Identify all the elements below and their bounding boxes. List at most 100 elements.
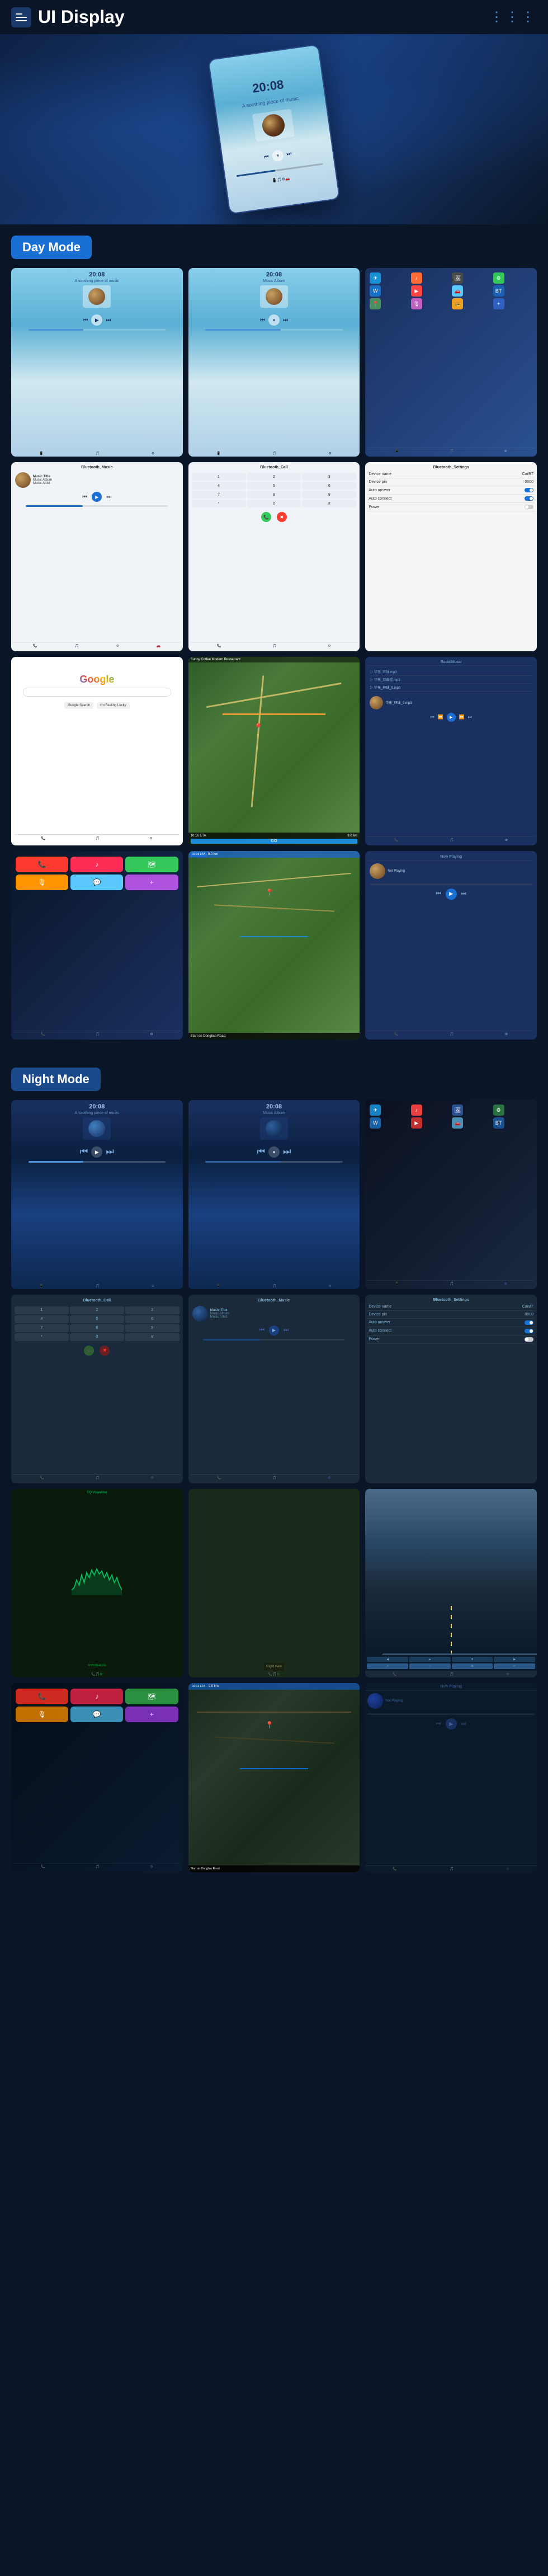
end-call-btn[interactable]: ✖	[277, 512, 287, 522]
night-next-1[interactable]: ⏭	[106, 1147, 114, 1157]
bt-prev-icon[interactable]: ⏮	[82, 494, 87, 500]
night-cp-podcast[interactable]: 🎙	[16, 1707, 68, 1722]
music-item-2[interactable]: ▷ 华东_双截棍.mp3	[370, 676, 532, 684]
night-prev-2[interactable]: ⏮	[257, 1147, 265, 1157]
dial-6[interactable]: 6	[302, 482, 356, 490]
nav-dots-icon[interactable]: ⋮⋮⋮	[490, 9, 537, 25]
dial-hash[interactable]: #	[302, 500, 356, 507]
app-carplay[interactable]: 🚗	[452, 285, 463, 297]
night-np-next[interactable]: ⏭	[461, 1721, 466, 1727]
night-bt-play-btn[interactable]: ▶	[269, 1325, 279, 1336]
app-extra[interactable]: +	[493, 298, 504, 309]
social-next[interactable]: ⏭	[468, 714, 472, 720]
dial-1[interactable]: 1	[192, 473, 246, 481]
road-btn-6[interactable]: -	[409, 1663, 451, 1669]
night-dial-5[interactable]: 5	[70, 1315, 124, 1323]
road-btn-3[interactable]: ▼	[452, 1657, 493, 1662]
night-dial-1[interactable]: 1	[15, 1306, 69, 1314]
night-cp-phone[interactable]: 📞	[16, 1689, 68, 1704]
dial-0[interactable]: 0	[247, 500, 301, 507]
cp-phone[interactable]: 📞	[16, 857, 68, 872]
dial-7[interactable]: 7	[192, 491, 246, 499]
night-app-1[interactable]: ✈	[370, 1104, 381, 1116]
call-btn[interactable]: 📞	[261, 512, 271, 522]
night-app-4[interactable]: ⚙	[493, 1104, 504, 1116]
social-rew[interactable]: ⏪	[438, 714, 443, 720]
app-bt[interactable]: BT	[493, 285, 504, 297]
road-btn-1[interactable]: ◀	[367, 1657, 408, 1662]
np-next[interactable]: ⏭	[461, 891, 466, 897]
night-cp-more[interactable]: +	[125, 1707, 178, 1722]
night-bt-next[interactable]: ⏭	[284, 1327, 289, 1333]
night-dial-2[interactable]: 2	[70, 1306, 124, 1314]
night-np-prev[interactable]: ⏮	[436, 1721, 441, 1727]
night-play-2[interactable]: ⏸	[268, 1146, 280, 1158]
road-btn-5[interactable]: +	[367, 1663, 408, 1669]
night-dial-star[interactable]: *	[15, 1333, 69, 1341]
power-toggle[interactable]	[525, 505, 533, 509]
hero-play-button[interactable]: ⏸	[271, 149, 284, 162]
road-btn-8[interactable]: ↩	[494, 1663, 535, 1669]
night-dial-hash[interactable]: #	[125, 1333, 179, 1341]
night-cp-messages[interactable]: 💬	[70, 1707, 123, 1722]
dial-star[interactable]: *	[192, 500, 246, 507]
night-dial-0[interactable]: 0	[70, 1333, 124, 1341]
night-app-bt[interactable]: BT	[493, 1117, 504, 1129]
cp-messages[interactable]: 💬	[70, 875, 123, 890]
music-item-3[interactable]: ▷ 华东_环球_9.mp3	[370, 684, 532, 692]
night-bt-prev[interactable]: ⏮	[259, 1327, 264, 1333]
night-app-7[interactable]: 🚗	[452, 1117, 463, 1129]
google-search-btn[interactable]: Google Search	[64, 702, 93, 709]
night-end-call-btn[interactable]: ✖	[100, 1346, 110, 1356]
app-youtube[interactable]: ▶	[411, 285, 422, 297]
night-dial-7[interactable]: 7	[15, 1324, 69, 1332]
np-prev[interactable]: ⏮	[436, 891, 441, 897]
night-auto-connect-toggle[interactable]	[525, 1329, 533, 1333]
day-play-2[interactable]: ⏸	[268, 314, 280, 326]
app-photos[interactable]: 🖼	[452, 272, 463, 284]
social-ff[interactable]: ⏩	[459, 714, 465, 720]
night-dial-9[interactable]: 9	[125, 1324, 179, 1332]
bt-play-btn[interactable]: ▶	[92, 492, 102, 502]
np-play-btn[interactable]: ▶	[446, 889, 457, 900]
night-cp-maps[interactable]: 🗺	[125, 1689, 178, 1704]
app-telegram[interactable]: ✈	[370, 272, 381, 284]
night-dial-3[interactable]: 3	[125, 1306, 179, 1314]
map-go-btn[interactable]: GO	[191, 839, 358, 844]
day-prev-2[interactable]: ⏮	[260, 317, 265, 323]
day-play-1[interactable]: ▶	[91, 314, 102, 326]
night-app-3[interactable]: 🖼	[452, 1104, 463, 1116]
dial-9[interactable]: 9	[302, 491, 356, 499]
night-call-btn[interactable]: 📞	[84, 1346, 94, 1356]
dial-2[interactable]: 2	[247, 473, 301, 481]
app-radio[interactable]: 📻	[452, 298, 463, 309]
road-btn-2[interactable]: ▲	[409, 1657, 451, 1662]
google-lucky-btn[interactable]: I'm Feeling Lucky	[97, 702, 130, 709]
menu-button[interactable]	[11, 7, 31, 27]
night-dial-6[interactable]: 6	[125, 1315, 179, 1323]
night-prev-1[interactable]: ⏮	[80, 1147, 88, 1157]
night-dial-8[interactable]: 8	[70, 1324, 124, 1332]
night-power-toggle[interactable]	[525, 1337, 533, 1342]
night-dial-4[interactable]: 4	[15, 1315, 69, 1323]
cp-maps[interactable]: 🗺	[125, 857, 178, 872]
cp-podcast2[interactable]: 🎙	[16, 875, 68, 890]
hero-prev-icon[interactable]: ⏮	[263, 154, 269, 161]
app-maps[interactable]: 📍	[370, 298, 381, 309]
night-app-2[interactable]: ♪	[411, 1104, 422, 1116]
auto-answer-toggle[interactable]	[525, 488, 533, 492]
night-app-5[interactable]: W	[370, 1117, 381, 1129]
social-play[interactable]: ▶	[447, 713, 456, 722]
dial-4[interactable]: 4	[192, 482, 246, 490]
night-cp-music[interactable]: ♪	[70, 1689, 123, 1704]
bt-next-icon[interactable]: ⏭	[106, 494, 111, 500]
auto-connect-toggle[interactable]	[525, 496, 533, 501]
dial-8[interactable]: 8	[247, 491, 301, 499]
road-btn-4[interactable]: ▶	[494, 1657, 535, 1662]
dial-5[interactable]: 5	[247, 482, 301, 490]
google-search-bar[interactable]	[23, 688, 171, 697]
night-np-play-btn[interactable]: ▶	[446, 1718, 457, 1729]
day-prev-1[interactable]: ⏮	[83, 317, 88, 323]
music-item-1[interactable]: ▷ 华东_环球.mp3	[370, 668, 532, 676]
night-auto-answer-toggle[interactable]	[525, 1320, 533, 1325]
